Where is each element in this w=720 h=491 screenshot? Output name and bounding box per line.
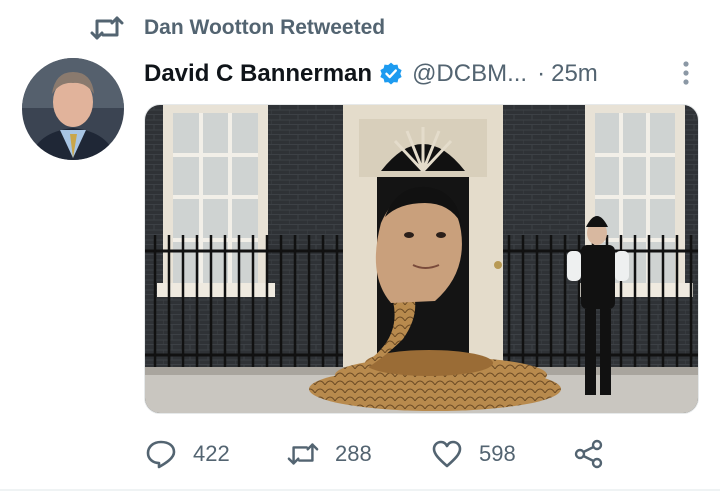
tweet-header: David C Bannerman @DCBM... · 25m — [144, 58, 704, 90]
author-name[interactable]: David C Bannerman — [144, 60, 372, 88]
retweet-icon — [90, 16, 124, 40]
heart-icon — [432, 440, 462, 468]
like-count: 598 — [479, 441, 516, 466]
reply-count: 422 — [193, 441, 230, 466]
tweet-timestamp[interactable]: 25m — [551, 60, 598, 88]
tweet-actions-bar: 422 288 598 — [145, 438, 705, 470]
author-handle[interactable]: @DCBM... — [412, 60, 527, 88]
reply-button[interactable]: 422 — [145, 438, 230, 470]
retweet-icon — [287, 443, 319, 465]
share-button[interactable] — [573, 438, 605, 470]
tweet-media-image[interactable] — [144, 104, 699, 414]
like-button[interactable]: 598 — [431, 438, 516, 470]
retweet-count: 288 — [335, 441, 372, 466]
verified-badge-icon — [380, 62, 402, 85]
header-separator: · — [537, 60, 546, 87]
avatar[interactable] — [22, 58, 124, 160]
reply-icon — [146, 440, 176, 469]
more-options-icon[interactable] — [682, 60, 690, 86]
retweet-button[interactable]: 288 — [287, 438, 372, 470]
retweeted-by-label[interactable]: Dan Wootton Retweeted — [144, 16, 385, 40]
share-icon — [574, 439, 603, 469]
retweet-context: Dan Wootton Retweeted — [90, 13, 385, 43]
